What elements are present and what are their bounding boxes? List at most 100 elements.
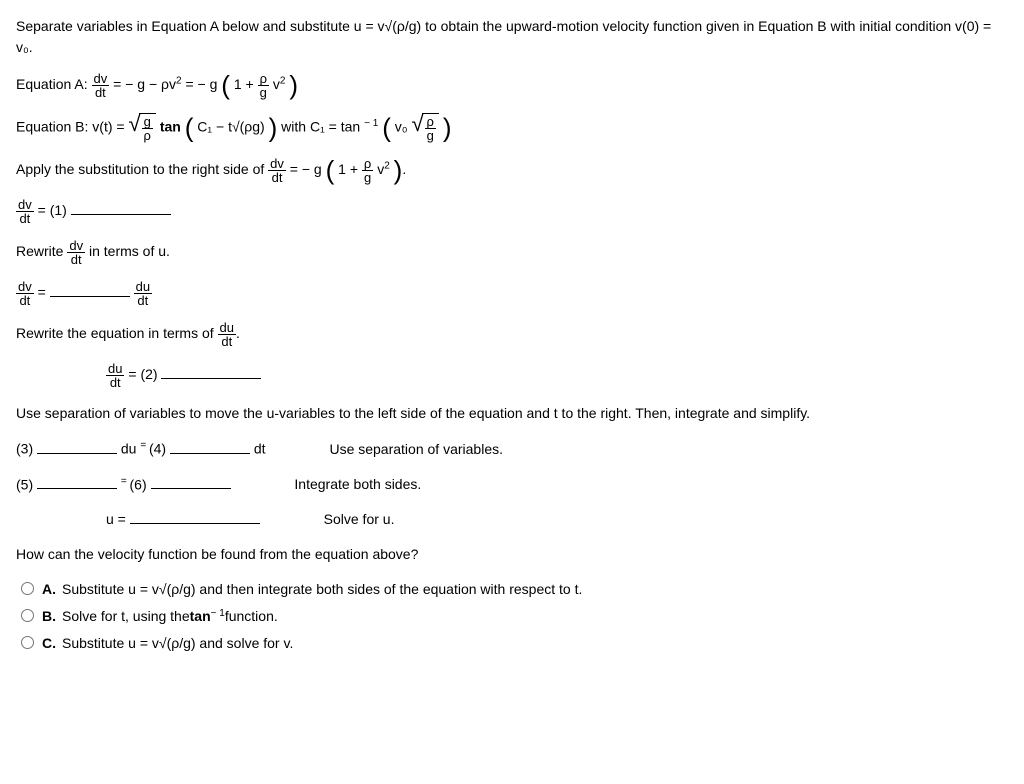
note-solve: Solve for u. [324,509,395,530]
paren-r4: ) [394,155,403,185]
eq-b-label: Equation B: v(t) = [16,119,128,135]
paren-r: ) [289,70,298,100]
blank-u[interactable] [130,509,260,524]
den: g [425,129,436,142]
sqrt-rho-g: ρ g [411,113,438,143]
how-question: How can the velocity function be found f… [16,544,1008,565]
eq-b-inside: C₁ − t√(ρg) [197,119,264,135]
num: dv [92,72,110,86]
sq2: 2 [280,76,286,87]
blank-4[interactable] [170,439,250,454]
with: with C₁ = tan [281,119,360,135]
num: ρ [258,72,269,86]
blank-3[interactable] [37,439,117,454]
choice-a[interactable]: A. Substitute u = v√(ρ/g) and then integ… [16,579,1008,600]
dv-dt-frac-4: dv dt [67,239,85,266]
den: dt [67,253,85,266]
eq-top2: = [121,476,130,487]
den: g [258,86,269,99]
label-6: (6) [130,476,151,492]
eq-sym: = [38,284,50,300]
letter-b: B. [42,606,56,627]
choice-c-text: Substitute u = v√(ρ/g) and solve for v. [62,633,293,654]
du-dt-frac: du dt [134,280,152,307]
apply-eq: = − g [290,161,322,177]
dv-dt-frac-2: dv dt [268,157,286,184]
paren-l4: ( [326,155,335,185]
eq-a-label: Equation A: [16,76,88,92]
rho-g-frac-2: ρ g [362,157,373,184]
rewrite-eq-text: Rewrite the equation in terms of [16,325,218,341]
note-sep: Use separation of variables. [329,439,503,460]
letter-c: C. [42,633,56,654]
choice-b[interactable]: B. Solve for t, using the tan − 1 functi… [16,606,1008,627]
step-3: du dt = (2) [106,362,1008,389]
du-dt-frac-2: du dt [218,321,236,348]
one-plus2: 1 + [338,161,362,177]
eq-top: = [140,440,149,451]
v: v [273,76,280,92]
num: du [134,280,152,294]
tan: tan [160,119,185,135]
eq-a-expr2: = − g [185,76,217,92]
paren-l: ( [221,70,230,100]
dv-dt-frac-3: dv dt [16,198,34,225]
radio-c[interactable] [21,636,34,649]
num: g [142,115,153,129]
label-4: (4) [149,441,170,457]
paren-r2: ) [269,113,278,143]
rewrite-text: Rewrite [16,243,67,259]
line-solve-u: u = Solve for u. [106,509,1008,530]
apply-substitution: Apply the substitution to the right side… [16,157,1008,184]
blank-coef[interactable] [50,282,130,297]
blank-6[interactable] [151,474,231,489]
intro-text: Separate variables in Equation A below a… [16,16,1008,58]
dt-text: dt [254,441,266,457]
den: dt [218,335,236,348]
num: ρ [425,115,436,129]
num: dv [268,157,286,171]
rewrite-tail: in terms of u. [89,243,170,259]
label-3: (3) [16,441,37,457]
eq-sym2: = [128,366,140,382]
eq-label-1: = (1) [38,202,71,218]
du-dt-frac-3: du dt [106,362,124,389]
equation-a: Equation A: dv dt = − g − ρv2 = − g ( 1 … [16,72,1008,99]
equation-b: Equation B: v(t) = g ρ tan ( C₁ − t√(ρg)… [16,113,1008,143]
num: du [218,321,236,335]
dv-dt-frac: dv dt [92,72,110,99]
sq: 2 [176,76,182,87]
choice-b-text-a: Solve for t, using the [62,606,190,627]
num: dv [67,239,85,253]
inv-b: − 1 [211,606,225,621]
den: dt [92,86,110,99]
rewrite-eq: Rewrite the equation in terms of du dt . [16,321,1008,348]
sq3: 2 [384,161,390,172]
radio-b[interactable] [21,609,34,622]
line-sep: (3) du = (4) dt Use separation of variab… [16,438,1008,460]
den: dt [268,171,286,184]
label-5: (5) [16,476,37,492]
blank-1[interactable] [71,200,171,215]
blank-2[interactable] [161,364,261,379]
step-1: dv dt = (1) [16,198,1008,225]
inv-exp: − 1 [364,118,378,129]
num: dv [16,280,34,294]
num: dv [16,198,34,212]
rho-g-frac: ρ g [258,72,269,99]
den: ρ [142,129,153,142]
den: g [362,171,373,184]
blank-5[interactable] [37,474,117,489]
paren-r3: ) [443,113,452,143]
num: du [106,362,124,376]
den: dt [16,212,34,225]
du-text: du [121,441,137,457]
dv-dt-frac-5: dv dt [16,280,34,307]
choice-c[interactable]: C. Substitute u = v√(ρ/g) and solve for … [16,633,1008,654]
tan-b: tan [190,606,211,627]
step-2: dv dt = du dt [16,280,1008,307]
sqrt-g-rho: g ρ [128,113,155,143]
radio-a[interactable] [21,582,34,595]
num: ρ [362,157,373,171]
den: dt [134,294,152,307]
